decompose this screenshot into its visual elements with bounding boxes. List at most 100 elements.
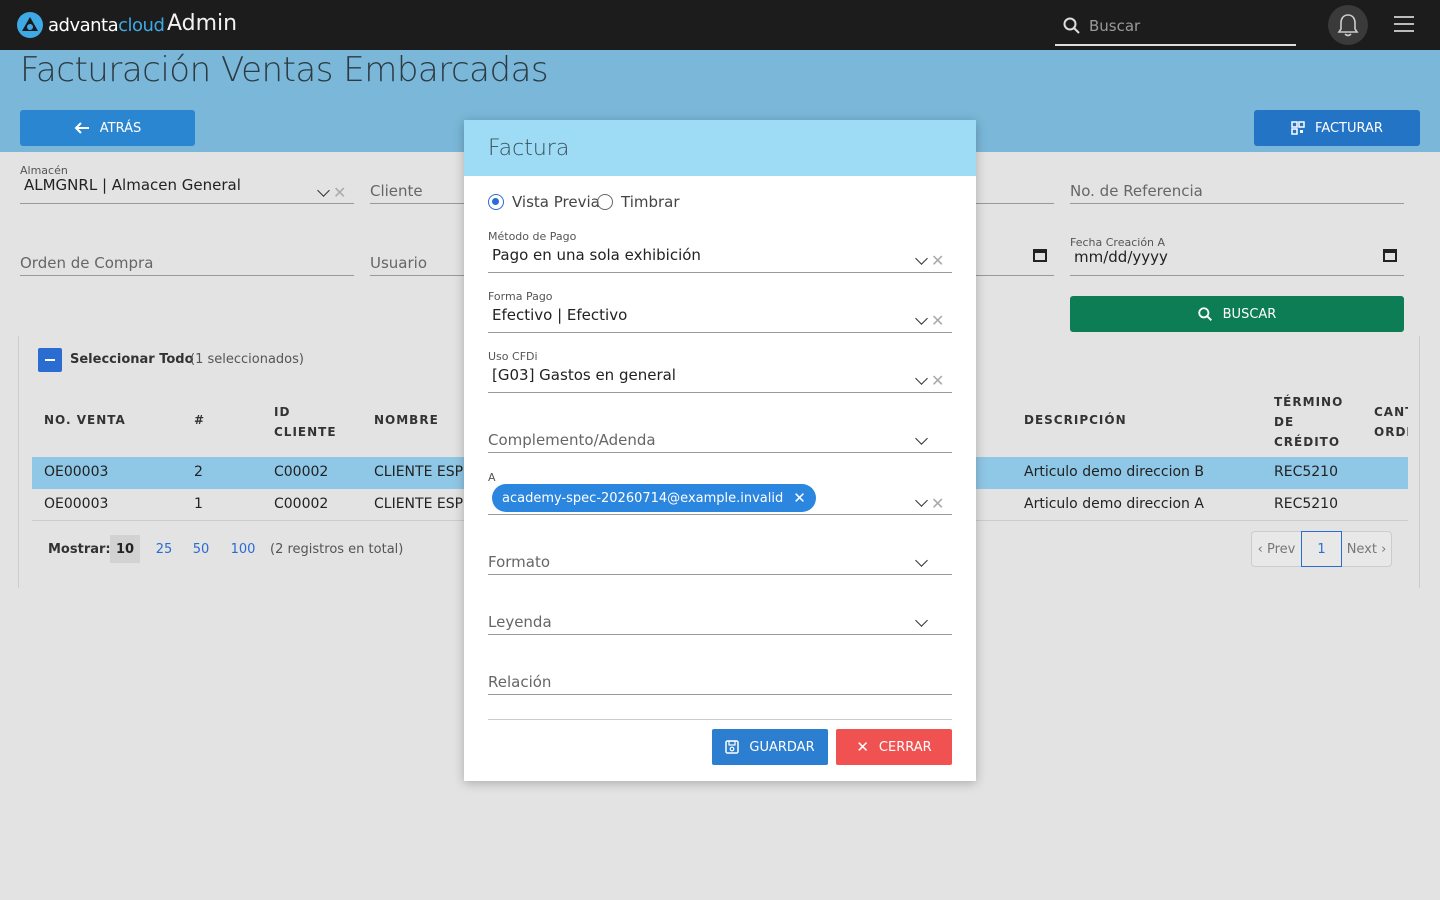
usuario-placeholder: Usuario — [370, 254, 428, 272]
brand-logo[interactable]: advantacloud — [16, 11, 165, 39]
clear-icon[interactable]: ✕ — [931, 373, 944, 389]
chevron-down-icon[interactable] — [915, 432, 928, 445]
chevron-down-icon[interactable] — [915, 372, 928, 385]
almacen-select[interactable]: Almacén ALMGNRL | Almacen General ✕ — [20, 164, 354, 204]
app-title: Admin — [167, 11, 238, 36]
metodo-pago-label: Método de Pago — [488, 230, 577, 243]
clear-icon[interactable]: ✕ — [931, 496, 944, 512]
leyenda-placeholder: Leyenda — [488, 613, 552, 631]
relacion-field[interactable]: Relación — [488, 670, 952, 695]
col-header-num[interactable]: # — [194, 410, 205, 430]
radio-stamp-label[interactable]: Timbrar — [621, 193, 680, 211]
radio-preview[interactable] — [488, 194, 504, 210]
cell-id-cliente: C00002 — [274, 464, 329, 480]
fecha-a-value: mm/dd/yyyy — [1074, 248, 1168, 266]
formato-placeholder: Formato — [488, 553, 551, 571]
recipient-label: A — [488, 471, 496, 484]
cell-num: 2 — [194, 464, 203, 480]
recipient-chip: academy-spec-20260714@example.invalid ✕ — [492, 484, 816, 512]
cell-descripcion: Articulo demo direccion A — [1024, 496, 1204, 512]
close-button-label: CERRAR — [878, 739, 932, 755]
forma-pago-value: Efectivo | Efectivo — [492, 306, 628, 324]
prev-page-button[interactable]: ‹ Prev — [1251, 531, 1302, 567]
radio-preview-label[interactable]: Vista Previa — [512, 193, 600, 211]
invoice-button[interactable]: FACTURAR — [1254, 110, 1420, 146]
selected-count: (1 seleccionados) — [190, 352, 304, 367]
col-header-no-venta[interactable]: NO. VENTA — [44, 410, 126, 430]
search-button-label: BUSCAR — [1222, 306, 1277, 322]
calendar-icon[interactable] — [1033, 249, 1047, 262]
bell-icon — [1337, 14, 1359, 37]
floppy-disk-icon — [725, 740, 740, 754]
select-all-checkbox[interactable] — [38, 348, 62, 372]
chevron-down-icon[interactable] — [915, 312, 928, 325]
complemento-select[interactable]: Complemento/Adenda — [488, 428, 952, 453]
col-header-id-cliente[interactable]: ID CLIENTE — [274, 402, 337, 442]
cliente-field[interactable]: Cliente — [370, 180, 464, 204]
chevron-down-icon[interactable] — [915, 252, 928, 265]
page-size-10[interactable]: 10 — [110, 535, 140, 563]
hidden-filter-field[interactable] — [976, 180, 1054, 204]
recipient-chip-label: academy-spec-20260714@example.invalid — [502, 490, 784, 506]
search-icon — [1063, 17, 1080, 34]
notifications-button[interactable] — [1328, 5, 1368, 45]
save-button[interactable]: GUARDAR — [712, 729, 828, 765]
arrow-left-icon — [74, 122, 89, 134]
back-button-label: ATRÁS — [99, 120, 142, 136]
orden-compra-placeholder: Orden de Compra — [20, 254, 154, 272]
leyenda-select[interactable]: Leyenda — [488, 610, 952, 635]
forma-pago-label: Forma Pago — [488, 290, 553, 303]
col-header-cantidad[interactable]: CANTORDE — [1374, 402, 1408, 442]
page-size-25[interactable]: 25 — [150, 535, 178, 563]
clear-icon[interactable]: ✕ — [931, 253, 944, 269]
invoice-modal: Factura Vista Previa Timbrar Método de P… — [464, 120, 976, 781]
search-input[interactable] — [1089, 17, 1289, 35]
modal-title: Factura — [464, 120, 976, 176]
complemento-placeholder: Complemento/Adenda — [488, 431, 656, 449]
modal-divider — [488, 719, 952, 720]
chevron-down-icon[interactable] — [317, 184, 330, 197]
clear-icon[interactable]: ✕ — [931, 313, 944, 329]
cell-no-venta: OE00003 — [44, 464, 109, 480]
hamburger-menu-icon[interactable] — [1394, 16, 1414, 34]
chevron-down-icon[interactable] — [915, 554, 928, 567]
chip-remove-icon[interactable]: ✕ — [793, 489, 806, 507]
cell-termino: REC5210 — [1274, 464, 1338, 480]
relacion-placeholder: Relación — [488, 673, 552, 691]
chevron-down-icon[interactable] — [915, 614, 928, 627]
page-size-100[interactable]: 100 — [228, 535, 258, 563]
search-icon — [1197, 306, 1212, 321]
orden-compra-field[interactable]: Orden de Compra — [20, 252, 354, 276]
calendar-icon[interactable] — [1383, 249, 1397, 262]
page-size-50[interactable]: 50 — [188, 535, 214, 563]
fecha-creacion-de-field[interactable] — [976, 249, 1054, 276]
usuario-field[interactable]: Usuario — [370, 252, 464, 276]
search-button[interactable]: BUSCAR — [1070, 296, 1404, 332]
metodo-pago-select[interactable]: Método de Pago Pago en una sola exhibici… — [488, 230, 952, 273]
fecha-creacion-a-field[interactable]: Fecha Creación A mm/dd/yyyy — [1070, 236, 1404, 276]
col-header-descripcion[interactable]: DESCRIPCIÓN — [1024, 410, 1127, 430]
page-title: Facturación Ventas Embarcadas — [20, 50, 549, 90]
col-header-nombre[interactable]: NOMBRE — [374, 410, 439, 430]
col-header-termino-credito[interactable]: TÉRMINO DE CRÉDITO — [1274, 392, 1343, 452]
radio-stamp[interactable] — [597, 194, 613, 210]
forma-pago-select[interactable]: Forma Pago Efectivo | Efectivo ✕ — [488, 290, 952, 333]
referencia-placeholder: No. de Referencia — [1070, 182, 1203, 200]
uso-cfdi-select[interactable]: Uso CFDi [G03] Gastos en general ✕ — [488, 350, 952, 393]
close-button[interactable]: ✕ CERRAR — [836, 729, 952, 765]
cell-termino: REC5210 — [1274, 496, 1338, 512]
clear-icon[interactable]: ✕ — [333, 185, 346, 201]
save-button-label: GUARDAR — [749, 739, 815, 755]
formato-select[interactable]: Formato — [488, 550, 952, 575]
cell-id-cliente: C00002 — [274, 496, 329, 512]
referencia-field[interactable]: No. de Referencia — [1070, 180, 1404, 204]
back-button[interactable]: ATRÁS — [20, 110, 195, 146]
cell-nombre: CLIENTE ESPE — [374, 464, 472, 480]
select-all-label: Seleccionar Todo — [70, 352, 194, 367]
next-page-button[interactable]: Next › — [1341, 531, 1392, 567]
invoice-button-label: FACTURAR — [1315, 120, 1383, 136]
chevron-down-icon[interactable] — [915, 494, 928, 507]
cliente-placeholder: Cliente — [370, 182, 423, 200]
page-1-button[interactable]: 1 — [1301, 531, 1342, 567]
metodo-pago-value: Pago en una sola exhibición — [492, 246, 701, 264]
